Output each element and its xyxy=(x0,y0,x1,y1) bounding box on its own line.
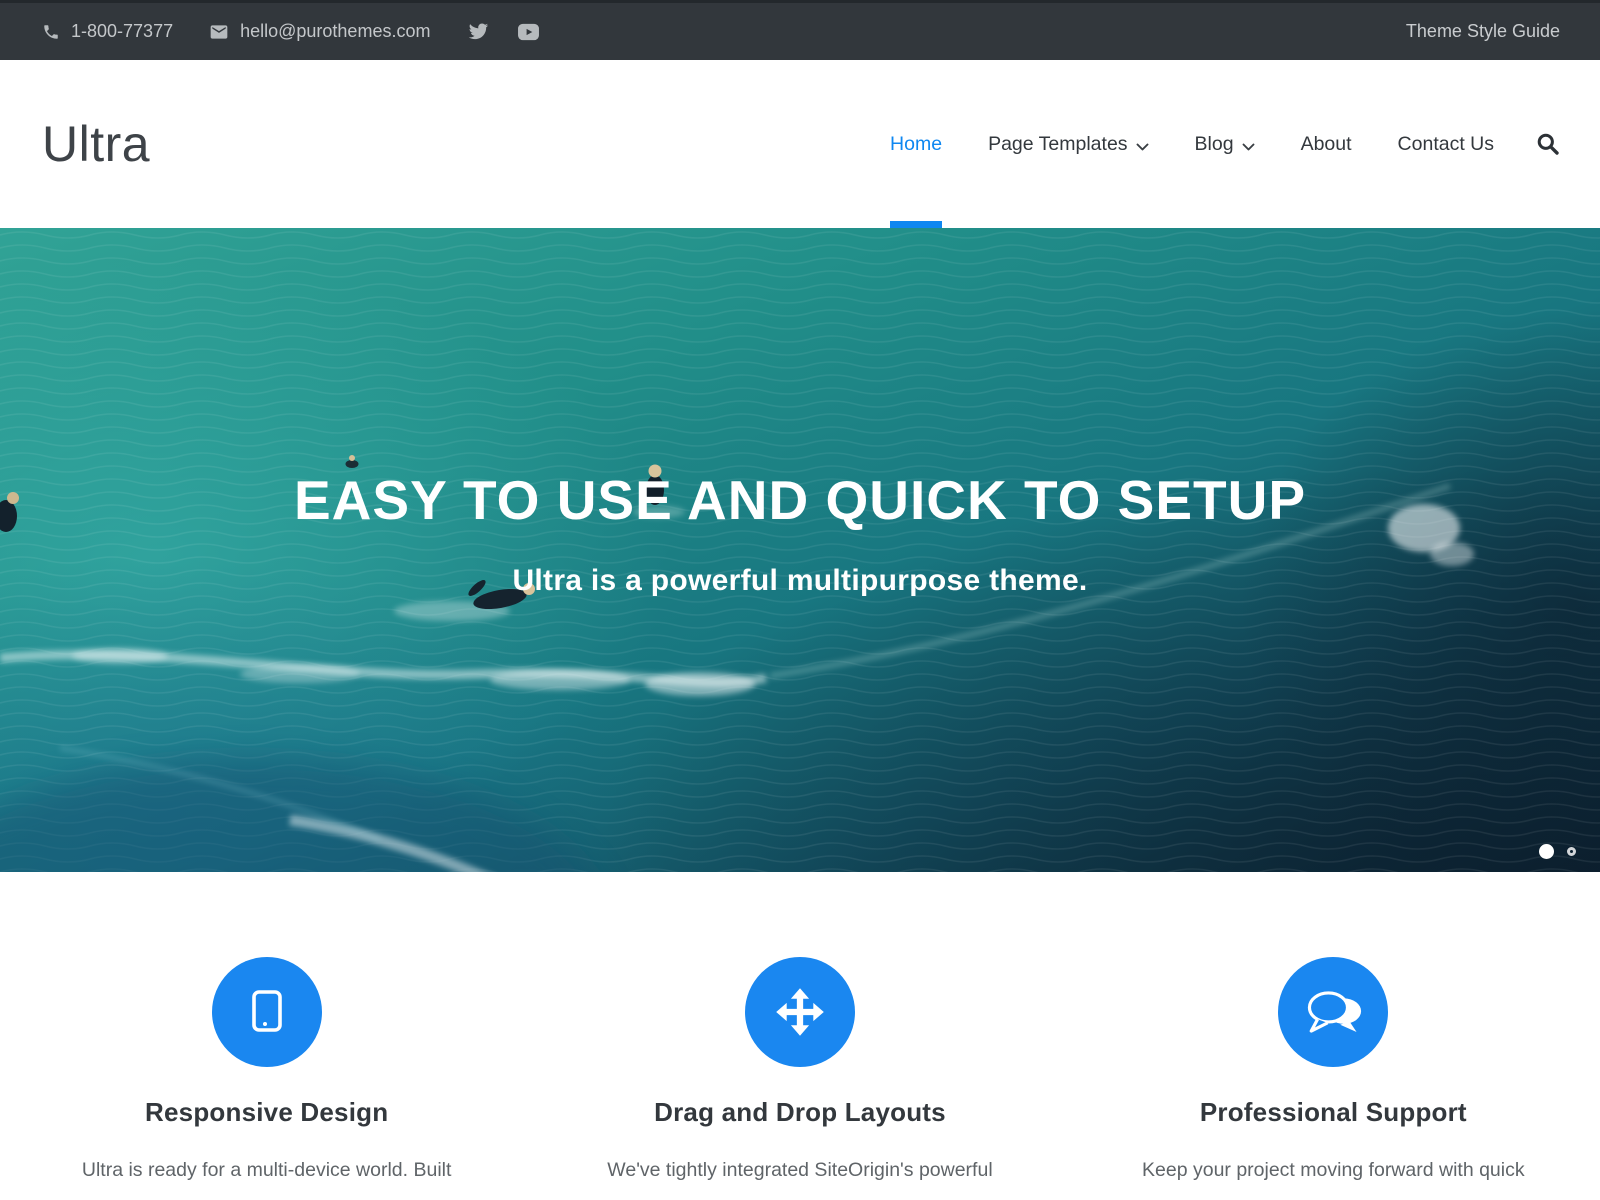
phone-icon xyxy=(42,23,60,41)
topbar-email-link[interactable]: hello@purothemes.com xyxy=(209,21,430,42)
topbar-email-address[interactable]: hello@purothemes.com xyxy=(240,21,430,42)
hero-subtitle: Ultra is a powerful multipurpose theme. xyxy=(512,564,1088,597)
topbar: 1-800-77377 hello@purothemes.com Theme S… xyxy=(0,0,1600,60)
feature-text: Keep your project moving forward with qu… xyxy=(1142,1159,1525,1181)
topbar-phone-number[interactable]: 1-800-77377 xyxy=(71,21,173,42)
site-logo[interactable]: Ultra xyxy=(42,115,150,173)
nav-item-blog[interactable]: Blog xyxy=(1195,60,1255,228)
hero-ocean-image xyxy=(0,228,1600,872)
feature-drag-drop: Drag and Drop Layouts We've tightly inte… xyxy=(533,957,1066,1185)
chevron-down-icon xyxy=(1136,135,1149,158)
chevron-down-icon xyxy=(1242,135,1255,158)
main-nav: Home Page Templates Blog About Contact U… xyxy=(844,60,1560,228)
nav-item-page-templates[interactable]: Page Templates xyxy=(988,60,1148,228)
tablet-icon xyxy=(211,957,322,1067)
carousel-dot-inactive[interactable] xyxy=(1567,847,1576,856)
search-icon[interactable] xyxy=(1536,60,1560,228)
feature-responsive-design: Responsive Design Ultra is ready for a m… xyxy=(0,957,533,1185)
envelope-icon xyxy=(209,22,229,42)
twitter-icon[interactable] xyxy=(468,21,489,42)
hero-banner: EASY TO USE AND QUICK TO SETUP Ultra is … xyxy=(0,228,1600,872)
nav-item-contact-us[interactable]: Contact Us xyxy=(1398,60,1494,228)
feature-text: Ultra is ready for a multi-device world.… xyxy=(81,1159,452,1181)
feature-text: We've tightly integrated SiteOrigin's po… xyxy=(607,1159,993,1181)
nav-item-about[interactable]: About xyxy=(1301,60,1352,228)
topbar-phone-link[interactable]: 1-800-77377 xyxy=(42,21,173,42)
site-header: Ultra Home Page Templates Blog About Con… xyxy=(0,60,1600,228)
carousel-dots xyxy=(1539,844,1576,859)
chat-bubbles-icon xyxy=(1278,957,1389,1067)
topbar-style-guide-link[interactable]: Theme Style Guide xyxy=(1406,21,1560,42)
carousel-dot-active[interactable] xyxy=(1539,844,1554,859)
move-arrows-icon xyxy=(744,957,855,1067)
features-section: Responsive Design Ultra is ready for a m… xyxy=(0,872,1600,1186)
feature-title: Drag and Drop Layouts xyxy=(654,1097,946,1127)
feature-title: Professional Support xyxy=(1199,1097,1467,1127)
feature-title: Responsive Design xyxy=(145,1097,389,1127)
nav-item-home[interactable]: Home xyxy=(890,60,943,228)
youtube-icon[interactable] xyxy=(517,22,540,42)
feature-support: Professional Support Keep your project m… xyxy=(1067,957,1600,1185)
hero-title: EASY TO USE AND QUICK TO SETUP xyxy=(293,469,1307,531)
